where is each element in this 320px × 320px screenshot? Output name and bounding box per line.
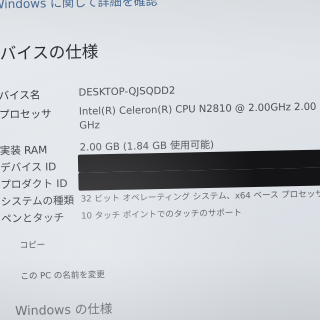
windows-info-link[interactable]: Windows に関して詳細を確認 [0,0,193,12]
spec-label: デバイス ID [0,161,57,175]
windows-spec-heading: Windows の仕様 [14,301,113,319]
spec-label: プロセッサ [0,108,52,122]
spec-label: ペンとタッチ [1,212,65,226]
spec-label: プロダクト ID [0,177,68,192]
rename-pc-button[interactable]: この PC の名前を変更 [20,268,105,282]
spec-value: Intel(R) Celeron(R) CPU N2810 @ 2.00GHz … [78,101,317,132]
device-spec-title: バイスの仕様 [0,42,99,64]
spec-label: 実装 RAM [0,144,48,158]
spec-value: DESKTOP-QJSQDD2 [78,85,176,99]
copy-button[interactable]: コピー [20,238,46,251]
system-about-page: Windows に関して詳細を確認 バイスの仕様 バイス名 DESKTOP-QJ… [0,0,320,320]
spec-label: バイス名 [0,89,41,103]
spec-row-processor: プロセッサ Intel(R) Celeron(R) CPU N2810 @ 2.… [0,101,319,138]
spec-value: 10 タッチ ポイントでのタッチのサポート [81,208,242,222]
spec-label: システムの種類 [0,194,75,209]
